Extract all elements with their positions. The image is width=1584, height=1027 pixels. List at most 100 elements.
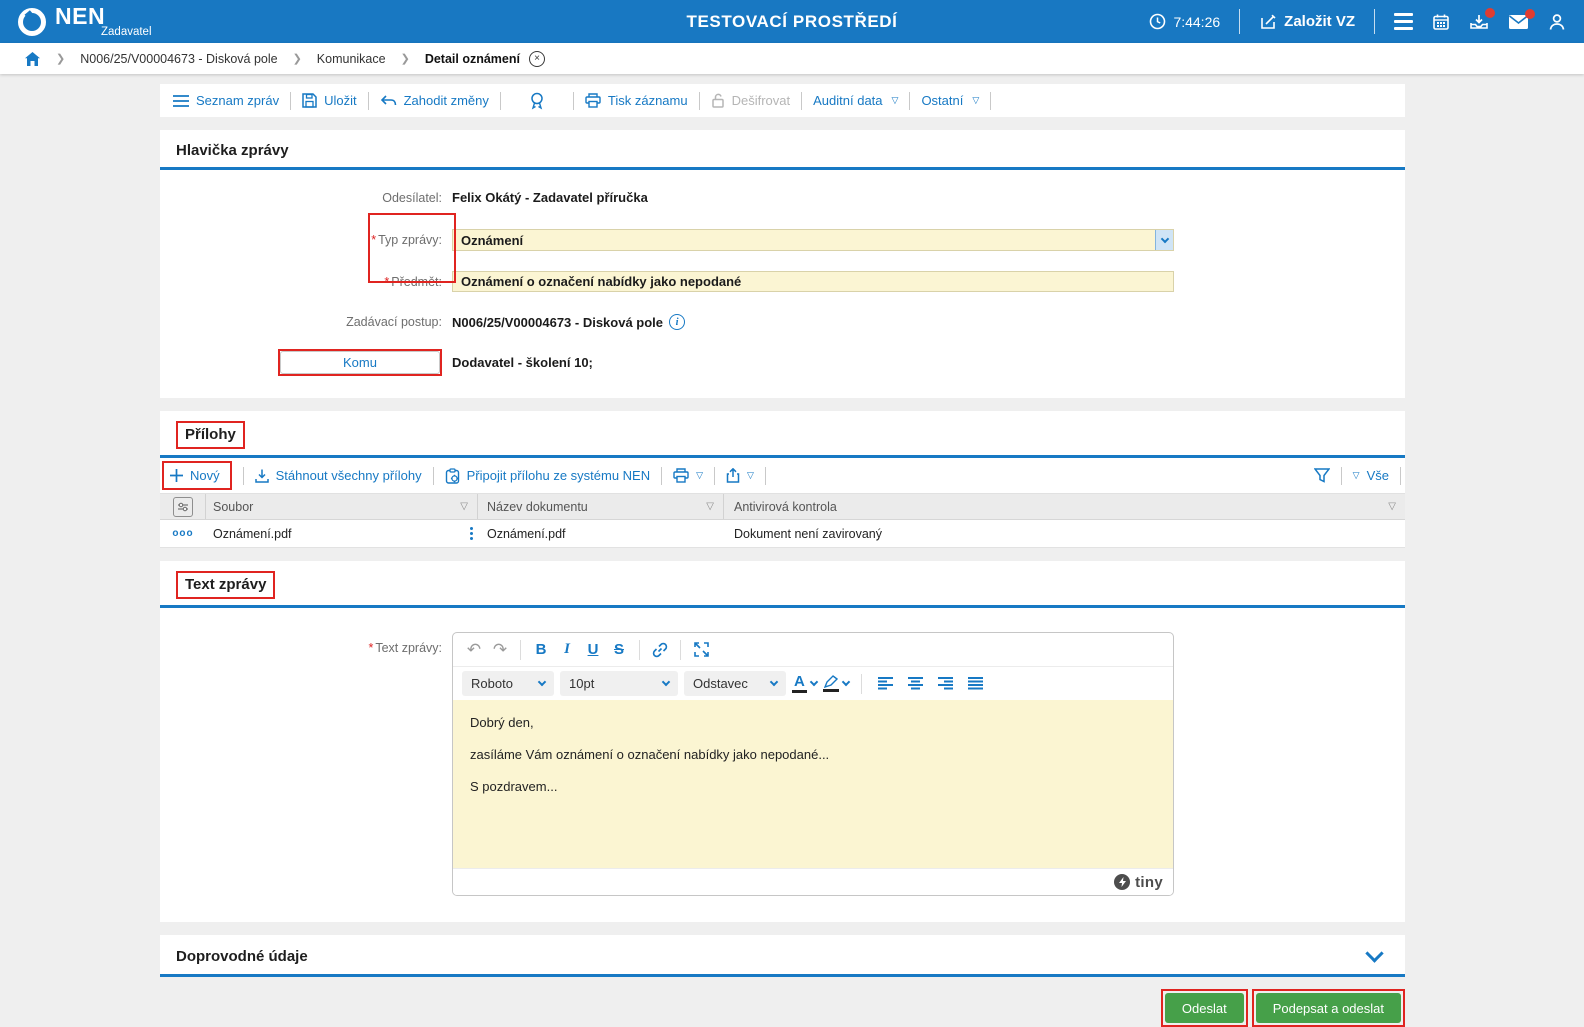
podepsat-a-odeslat-button[interactable]: Podepsat a odeslat (1255, 993, 1401, 1023)
breadcrumb-chevron: ❯ (400, 53, 410, 65)
annotation-novy: Nový (162, 461, 232, 490)
pripojit-prilohu-button[interactable]: Připojit přílohu ze systému NEN (445, 467, 650, 484)
compose-icon (1261, 14, 1276, 29)
editor-content-area[interactable]: Dobrý den, zasíláme Vám oznámení o označ… (453, 700, 1173, 868)
create-vz-button[interactable]: Založit VZ (1259, 13, 1355, 31)
record-toolbar: Seznam zpráv Uložit Zahodit změny Tisk z… (160, 84, 1405, 117)
attachments-table-header: Soubor ▽ Název dokumentu ▽ Antivirová kont… (160, 493, 1405, 520)
highlight-pen-icon (822, 675, 839, 692)
strikethrough-button[interactable]: S (607, 638, 631, 662)
export-attachments-button[interactable]: ▽ (726, 468, 754, 483)
sort-triangle-icon[interactable]: ▽ (460, 501, 468, 512)
header-divider (1239, 9, 1241, 34)
share-upload-icon (726, 468, 740, 483)
breadcrumb-item-procedure[interactable]: N006/25/V00004673 - Disková pole (80, 52, 277, 66)
stahnout-vsechny-button[interactable]: Stáhnout všechny přílohy (254, 468, 422, 483)
messages-button[interactable] (1508, 8, 1535, 30)
annotation-komu: Komu (278, 349, 442, 376)
column-header-antivir[interactable]: Antivirová kontrola (734, 500, 837, 514)
time-text: 7:44:26 (1173, 13, 1221, 30)
home-icon[interactable] (24, 51, 41, 67)
link-button[interactable] (648, 638, 672, 662)
print-attachments-button[interactable]: ▽ (673, 468, 703, 483)
dropdown-triangle-icon: ▽ (972, 95, 980, 105)
attachment-antivirus-status: Dokument není zavirovaný (734, 526, 882, 541)
select-dropdown-button[interactable] (1155, 230, 1173, 250)
desifrovat-button: Dešifrovat (711, 93, 790, 108)
main-menu-button[interactable] (1394, 13, 1413, 30)
column-header-soubor[interactable]: Soubor (213, 500, 253, 514)
zahodit-zmeny-button[interactable]: Zahodit změny (380, 93, 489, 108)
certificate-seal-button[interactable] (512, 92, 562, 110)
section-title: Přílohy (185, 426, 236, 443)
seznam-zprav-button[interactable]: Seznam zpráv (173, 93, 279, 108)
user-profile-button[interactable] (1548, 13, 1566, 31)
redo-icon[interactable]: ↷ (488, 638, 512, 662)
align-right-icon (938, 677, 954, 690)
zadavaci-postup-label: Zadávací postup: (346, 315, 442, 329)
align-left-button[interactable] (874, 672, 898, 696)
expand-chevron-icon[interactable] (1365, 943, 1384, 963)
close-tab-icon[interactable]: × (528, 50, 545, 67)
attachments-toolbar: Nový Stáhnout všechny přílohy Připojit p… (160, 458, 1405, 493)
novy-button[interactable]: Nový (170, 468, 220, 483)
chevron-down-icon (809, 677, 819, 687)
annotation-text-zpravy: Text zprávy (176, 571, 276, 599)
section-title: Text zprávy (185, 576, 267, 593)
font-family-select[interactable]: Roboto (462, 671, 554, 696)
tisk-zaznamu-button[interactable]: Tisk záznamu (585, 93, 688, 108)
text-color-button[interactable]: A (792, 673, 819, 694)
server-time: 7:44:26 (1149, 13, 1220, 30)
italic-button[interactable]: I (555, 638, 579, 662)
align-center-button[interactable] (904, 672, 928, 696)
attachment-file-name[interactable]: Oznámení.pdf (213, 527, 292, 541)
typ-zpravy-select[interactable]: Oznámení (452, 229, 1174, 251)
seal-ribbon-icon (531, 92, 543, 110)
section-accompanying: Doprovodné údaje (160, 935, 1405, 977)
odeslat-button[interactable]: Odeslat (1164, 993, 1244, 1023)
chevron-down-icon (841, 677, 851, 687)
justify-button[interactable] (964, 672, 988, 696)
underline-button[interactable]: U (581, 638, 605, 662)
auditni-data-menu[interactable]: Auditní data ▽ (813, 93, 898, 108)
editor-statusbar: tiny (453, 868, 1173, 895)
dropdown-triangle-icon: ▽ (1352, 470, 1360, 480)
sort-triangle-icon[interactable]: ▽ (1388, 501, 1396, 512)
printer-icon (585, 93, 601, 108)
zadavaci-postup-value: N006/25/V00004673 - Disková pole (452, 314, 664, 330)
ulozit-button[interactable]: Uložit (302, 93, 357, 108)
discard-undo-icon (380, 95, 396, 106)
info-icon[interactable]: i (669, 314, 686, 330)
attachment-row[interactable]: ooo Oznámení.pdf Oznámení.pdf Dokument n… (160, 520, 1405, 548)
breadcrumb-item-komunikace[interactable]: Komunikace (317, 52, 386, 66)
inbox-button[interactable] (1469, 7, 1495, 31)
column-settings-button[interactable] (172, 496, 193, 517)
breadcrumb-item-current: Detail oznámení (424, 51, 520, 66)
undo-icon[interactable]: ↶ (462, 638, 486, 662)
printer-icon (673, 468, 689, 483)
block-format-select[interactable]: Odstavec (684, 671, 786, 696)
tiny-brand-text[interactable]: tiny (1135, 874, 1163, 891)
annotation-podepsat: Podepsat a odeslat (1251, 989, 1405, 1027)
list-icon (173, 94, 189, 107)
calendar-button[interactable] (1432, 13, 1450, 31)
align-right-button[interactable] (934, 672, 958, 696)
sort-triangle-icon[interactable]: ▽ (706, 501, 714, 512)
cell-menu-icon[interactable] (470, 527, 473, 540)
highlight-color-button[interactable] (822, 675, 851, 692)
row-actions-icon[interactable]: ooo (172, 528, 193, 539)
align-center-icon (908, 677, 924, 690)
link-icon (652, 642, 668, 657)
column-header-nazev[interactable]: Název dokumentu (487, 500, 588, 514)
nen-logo[interactable]: NEN Zadavatel (18, 4, 152, 39)
typ-zpravy-value: Oznámení (461, 232, 524, 248)
predmet-input[interactable]: Oznámení o označení nabídky jako nepodan… (452, 271, 1174, 292)
bold-button[interactable]: B (529, 638, 553, 662)
fullscreen-button[interactable] (689, 638, 713, 662)
vse-filter-select[interactable]: ▽ Vše (1353, 468, 1389, 483)
komu-button[interactable]: Komu (280, 351, 440, 374)
funnel-icon (1313, 468, 1330, 483)
ostatni-menu[interactable]: Ostatní ▽ (921, 93, 979, 108)
filter-button[interactable] (1313, 468, 1330, 483)
font-size-select[interactable]: 10pt (560, 671, 678, 696)
